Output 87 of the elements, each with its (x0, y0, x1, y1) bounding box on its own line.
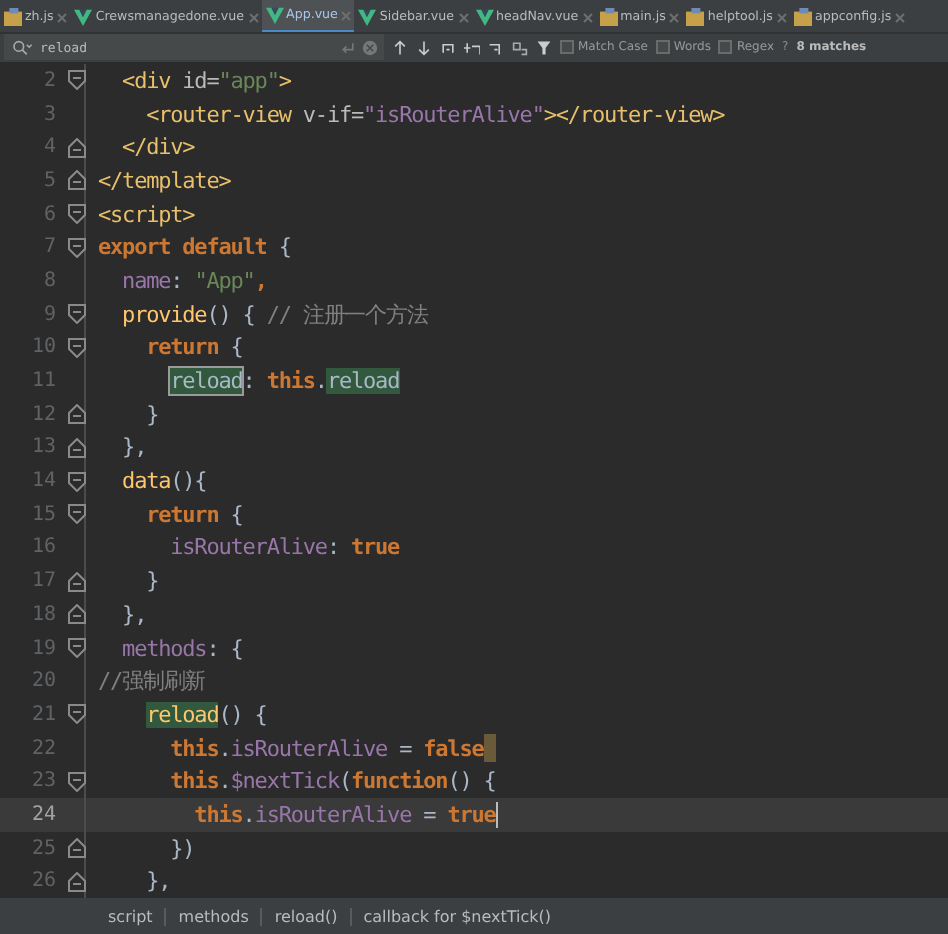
line-number: 4 (41, 136, 56, 159)
code-line: <script> (98, 201, 195, 228)
line-number: 3 (41, 103, 56, 126)
fold-icon[interactable] (68, 337, 86, 358)
fold-icon[interactable] (68, 771, 86, 792)
code-line: }, (120, 434, 147, 461)
fold-end-icon[interactable] (68, 437, 86, 458)
code-line: }, (144, 868, 171, 895)
js-file-icon (599, 8, 618, 26)
fold-icon[interactable] (68, 304, 86, 325)
line-number: 11 (29, 370, 56, 393)
line-number: 12 (29, 403, 56, 426)
line-number: 10 (29, 336, 56, 359)
js-file-icon (686, 8, 705, 26)
line-number: 8 (41, 269, 56, 292)
line-number: 20 (29, 670, 56, 693)
vue-file-icon (265, 6, 284, 24)
js-file-icon (793, 8, 812, 26)
line-number: 9 (41, 303, 56, 326)
line-number: 5 (41, 169, 56, 192)
breadcrumb[interactable]: callback for $nextTick() (349, 907, 564, 926)
line-number: 6 (41, 203, 56, 226)
line-number: 25 (29, 837, 56, 860)
code-line: } (144, 401, 159, 428)
fold-end-icon[interactable] (68, 404, 86, 425)
code-line: return { (144, 334, 243, 361)
code-line: isRouterAlive: true (168, 534, 400, 561)
arrow-down-icon[interactable] (416, 39, 432, 56)
fold-end-icon[interactable] (68, 838, 86, 859)
line-number: 18 (29, 603, 56, 626)
search-match: reload (146, 701, 219, 728)
line-number: 17 (29, 570, 56, 593)
code-line: }, (120, 601, 147, 628)
code-line: } (144, 568, 159, 595)
fold-end-icon[interactable] (68, 604, 86, 625)
line-number: 23 (29, 770, 56, 793)
fold-end-icon[interactable] (68, 871, 86, 892)
code-line: this.isRouterAlive = false (168, 735, 484, 762)
fold-icon[interactable] (68, 638, 86, 659)
code-line: reload() { (144, 701, 267, 728)
vue-file-icon (74, 8, 93, 26)
code-line: name: "App", (120, 267, 267, 294)
code-line: reload: this.reload (168, 368, 400, 395)
code-line: </div> (120, 134, 195, 161)
vue-file-icon (475, 8, 493, 26)
line-number: 13 (29, 436, 56, 459)
arrow-up-icon[interactable] (392, 39, 408, 56)
code-line: return { (144, 501, 243, 528)
line-number: 19 (29, 637, 56, 660)
fold-icon[interactable] (68, 237, 86, 258)
fold-end-icon[interactable] (68, 571, 86, 592)
fold-icon[interactable] (68, 204, 86, 225)
line-number: 7 (41, 236, 56, 259)
line-number: 26 (29, 870, 56, 893)
code-line: this.$nextTick(function() { (168, 768, 496, 795)
line-number: 22 (29, 737, 56, 760)
code-line: }) (168, 835, 195, 862)
code-line: <router-view v-if="isRouterAlive"></router-view> (144, 101, 725, 128)
line-number: 15 (29, 503, 56, 526)
fold-icon[interactable] (68, 471, 86, 492)
code-line: </template> (98, 167, 231, 194)
code-line: <div id="app"> (120, 67, 291, 94)
line-number: 24 (29, 803, 56, 826)
line-number: 2 (41, 69, 56, 92)
search-icon (10, 39, 34, 56)
fold-icon[interactable] (68, 504, 86, 525)
code-line: export default { (98, 234, 291, 261)
line-number: 21 (29, 703, 56, 726)
js-file-icon (4, 8, 22, 26)
vue-file-icon (358, 8, 377, 26)
breadcrumb[interactable]: script (96, 907, 165, 926)
fold-end-icon[interactable] (68, 170, 86, 191)
fold-end-icon[interactable] (68, 137, 86, 158)
line-number: 14 (29, 470, 56, 493)
search-match: reload (170, 368, 243, 395)
code-line: this.isRouterAlive = true (192, 801, 496, 828)
code-line: methods: { (120, 635, 243, 662)
code-line: //强制刷新 (98, 666, 206, 697)
line-number: 16 (29, 536, 56, 559)
search-match: reload (326, 368, 400, 395)
filter-icon[interactable] (536, 39, 552, 56)
fold-icon[interactable] (68, 70, 86, 91)
breadcrumb[interactable]: reload() (260, 907, 350, 926)
fold-icon[interactable] (68, 704, 86, 725)
code-line: data(){ (120, 468, 207, 495)
breadcrumb[interactable]: methods (164, 907, 261, 926)
code-line: provide() { // 注册一个方法 (120, 299, 428, 330)
